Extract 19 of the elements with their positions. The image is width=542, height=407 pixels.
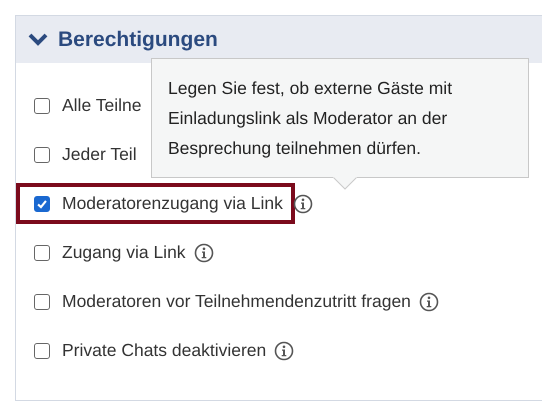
section-header[interactable]: Berechtigungen: [16, 16, 542, 63]
info-icon[interactable]: [194, 242, 214, 262]
option-label: Moderatoren vor Teilnehmendenzutritt fragen: [62, 291, 411, 312]
info-icon[interactable]: [274, 340, 294, 360]
option-label: Zugang via Link: [62, 242, 186, 263]
checkbox[interactable]: [34, 294, 50, 310]
option-label: Moderatorenzugang via Link: [62, 193, 283, 214]
info-icon[interactable]: [418, 292, 439, 312]
checkbox[interactable]: [34, 98, 50, 114]
option-label: Private Chats deaktivieren: [62, 340, 266, 361]
checkbox[interactable]: [34, 196, 50, 212]
tooltip-text: Legen Sie fest, ob externe Gäste mit Einladungslink als Moderator an der Besprechung teilnehmen dürfen.: [168, 77, 454, 160]
info-icon[interactable]: [292, 194, 313, 214]
section-title: Berechtigungen: [58, 28, 218, 52]
option-label: Jeder Teil: [62, 144, 137, 165]
checkbox[interactable]: [34, 342, 50, 358]
option-label: Alle Teilne: [62, 95, 142, 116]
checkbox[interactable]: [34, 244, 50, 260]
checkbox[interactable]: [34, 146, 50, 162]
